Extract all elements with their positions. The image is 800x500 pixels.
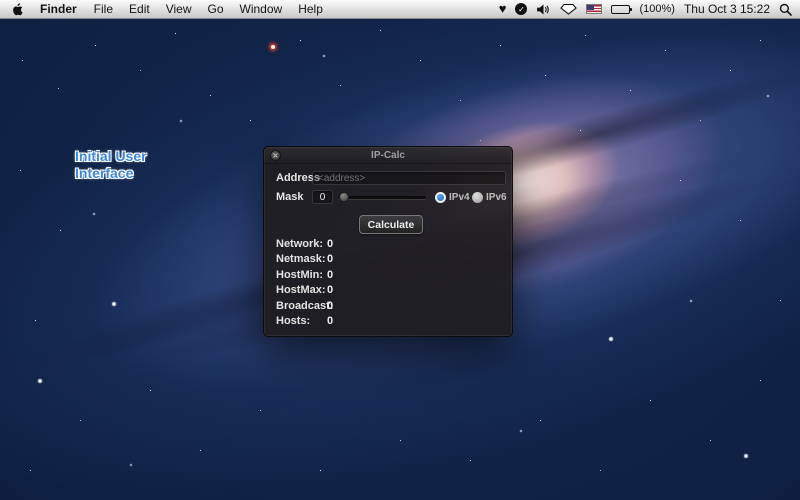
result-row-netmask: Netmask: 0 xyxy=(276,253,504,266)
apple-logo-icon xyxy=(12,3,23,16)
hosts-value: 0 xyxy=(327,315,333,327)
ipv4-radio-dot xyxy=(437,194,444,201)
apple-menu[interactable] xyxy=(8,3,31,16)
ipv6-radio[interactable] xyxy=(472,192,483,203)
volume-icon[interactable] xyxy=(536,1,551,17)
menu-window[interactable]: Window xyxy=(232,2,291,16)
menu-edit[interactable]: Edit xyxy=(121,2,158,16)
spotlight-icon[interactable] xyxy=(779,1,792,17)
window-title: IP-Calc xyxy=(264,150,512,161)
menu-view[interactable]: View xyxy=(158,2,200,16)
ip-calc-window: IP-Calc Address Mask IPv4 IPv6 Calculate… xyxy=(263,146,513,337)
window-titlebar[interactable]: IP-Calc xyxy=(264,147,512,164)
menu-file[interactable]: File xyxy=(86,2,121,16)
heart-icon[interactable]: ♥ xyxy=(499,1,507,17)
battery-percent[interactable]: (100%) xyxy=(639,3,674,15)
ipv4-label[interactable]: IPv4 xyxy=(449,192,470,203)
netmask-label: Netmask: xyxy=(276,253,326,265)
slider-track[interactable] xyxy=(338,196,426,199)
caption-line-1: Initial User xyxy=(75,148,147,165)
us-flag-icon[interactable] xyxy=(586,1,602,17)
red-star xyxy=(271,45,275,49)
broadcast-value: 0 xyxy=(327,300,333,312)
calculate-button[interactable]: Calculate xyxy=(359,215,423,234)
mask-label: Mask xyxy=(276,191,304,203)
network-label: Network: xyxy=(276,238,323,250)
hostmin-label: HostMin: xyxy=(276,269,323,281)
address-input[interactable] xyxy=(312,171,506,185)
mask-slider[interactable] xyxy=(338,190,426,204)
result-row-hostmax: HostMax: 0 xyxy=(276,284,504,297)
result-row-network: Network: 0 xyxy=(276,238,504,251)
ipv4-radio[interactable] xyxy=(435,192,446,203)
mask-input[interactable] xyxy=(312,190,333,204)
result-row-hosts: Hosts: 0 xyxy=(276,315,504,328)
hostmax-value: 0 xyxy=(327,284,333,296)
hostmax-label: HostMax: xyxy=(276,284,326,296)
battery-icon[interactable] xyxy=(611,1,630,17)
hosts-label: Hosts: xyxy=(276,315,310,327)
result-row-broadcast: Broadcast: 0 xyxy=(276,300,504,313)
menu-bar-status-area: ♥ ✓ (100%) Thu Oct 3 15:22 xyxy=(499,1,792,17)
diamond-icon[interactable] xyxy=(560,1,577,17)
menu-finder[interactable]: Finder xyxy=(31,2,86,16)
slider-thumb[interactable] xyxy=(339,192,349,202)
netmask-value: 0 xyxy=(327,253,333,265)
menu-bar: Finder File Edit View Go Window Help ♥ ✓… xyxy=(0,0,800,19)
broadcast-label: Broadcast: xyxy=(276,300,333,312)
caption-line-2: Interface xyxy=(75,165,147,182)
desktop-caption: Initial User Interface xyxy=(75,148,147,182)
ipv6-label[interactable]: IPv6 xyxy=(486,192,507,203)
menu-go[interactable]: Go xyxy=(200,2,232,16)
result-row-hostmin: HostMin: 0 xyxy=(276,269,504,282)
menu-help[interactable]: Help xyxy=(290,2,331,16)
network-value: 0 xyxy=(327,238,333,250)
hostmin-value: 0 xyxy=(327,269,333,281)
check-circle-icon[interactable]: ✓ xyxy=(515,1,527,17)
menu-bar-clock[interactable]: Thu Oct 3 15:22 xyxy=(684,2,770,16)
